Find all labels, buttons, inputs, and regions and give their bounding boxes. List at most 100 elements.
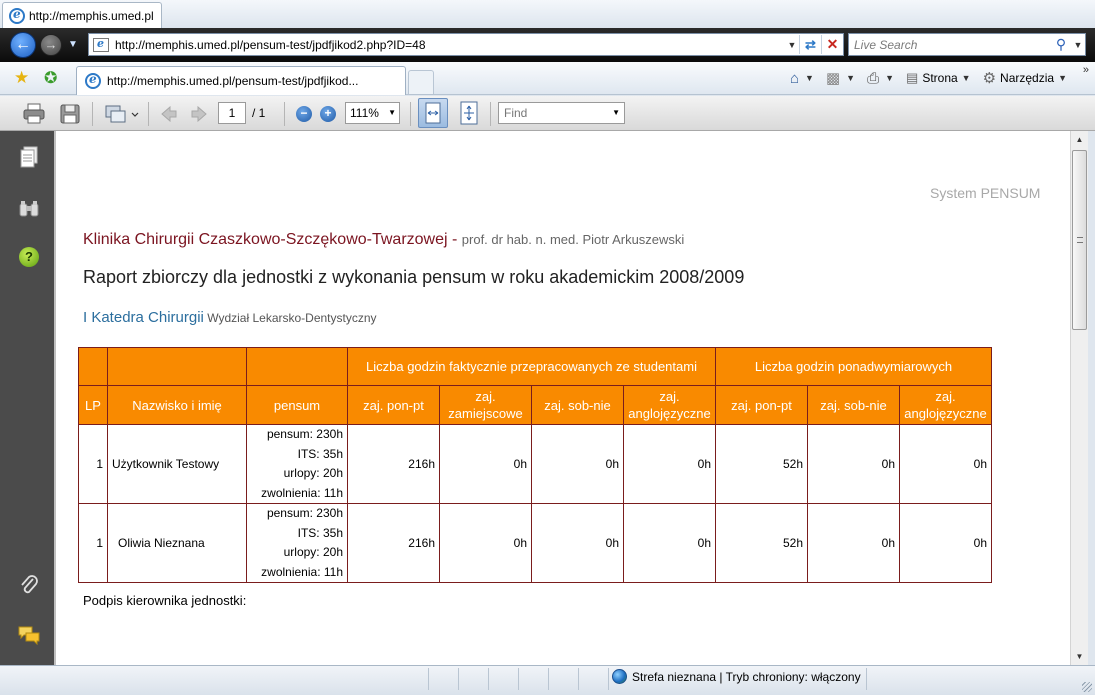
back-button[interactable]: ←: [10, 32, 36, 58]
department-name: I Katedra Chirurgii: [83, 309, 204, 326]
floppy-disk-icon: [60, 104, 80, 124]
zoom-in-icon[interactable]: +: [320, 106, 336, 122]
window-title-tab[interactable]: http://memphis.umed.pl: [2, 2, 162, 28]
table-group-header-row: Liczba godzin faktycznie przepracowanych…: [78, 347, 992, 386]
home-dropdown-icon[interactable]: ▼: [805, 73, 814, 83]
urlopy-value: urlopy: 20h: [283, 466, 343, 480]
table-row: 1 Użytkownik Testowy pensum: 230h ITS: 3…: [78, 424, 992, 504]
address-dropdown-icon[interactable]: ▼: [785, 40, 799, 50]
search-panel-button[interactable]: [17, 197, 41, 221]
security-zone-text: Strefa nieznana | Tryb chroniony: włączo…: [632, 669, 861, 684]
command-buttons: ⌂ ▼ ▩ ▼ ⎙ ▼ ▤ Strona ▼ ⚙ Narzędzia ▼: [790, 69, 1073, 88]
gear-icon: ⚙: [982, 70, 997, 87]
system-label: System PENSUM: [930, 185, 1041, 201]
zoom-out-icon[interactable]: −: [296, 106, 312, 122]
scroll-down-arrow-icon[interactable]: ▼: [1071, 648, 1088, 665]
search-icon[interactable]: ⚲: [1051, 36, 1071, 53]
search-box[interactable]: ⚲ ▼: [848, 33, 1086, 56]
search-input[interactable]: [854, 37, 1051, 52]
comments-panel-button[interactable]: [17, 623, 41, 647]
clinic-separator: -: [447, 231, 462, 248]
column-header-pensum: pensum: [246, 385, 348, 425]
binoculars-icon: [19, 201, 39, 217]
find-input[interactable]: Find ▼: [498, 102, 625, 124]
page-total-label: / 1: [252, 106, 266, 120]
status-divider: [428, 668, 429, 690]
fit-width-button[interactable]: [418, 98, 448, 128]
pensum-report-table: Liczba godzin faktycznie przepracowanych…: [78, 347, 992, 583]
search-options-dropdown-icon[interactable]: ▼: [1071, 40, 1085, 50]
pages-panel-button[interactable]: [17, 145, 41, 169]
fit-page-icon: [460, 101, 478, 125]
page-menu-dropdown-icon: ▼: [961, 73, 971, 83]
tools-menu-button[interactable]: ⚙ Narzędzia ▼: [983, 69, 1073, 87]
status-divider: [578, 668, 579, 690]
zoom-dropdown-icon: ▼: [388, 108, 396, 117]
more-commands-chevron-icon[interactable]: »: [1083, 64, 1089, 76]
address-input[interactable]: http://memphis.umed.pl/pensum-test/jpdfj…: [115, 38, 785, 52]
page-menu-button[interactable]: ▤ Strona ▼: [906, 70, 977, 86]
stop-icon[interactable]: ✕: [821, 35, 843, 54]
clinic-heading: Klinika Chirurgii Czaszkowo-Szczękowo-Tw…: [83, 231, 684, 249]
zoom-level-select[interactable]: 111% ▼: [345, 102, 400, 124]
address-bar[interactable]: http://memphis.umed.pl/pensum-test/jpdfj…: [88, 33, 844, 56]
print-button[interactable]: ⎙: [867, 70, 879, 87]
resize-grip-icon[interactable]: [1082, 682, 1092, 692]
add-favorites-icon[interactable]: ✪: [44, 68, 57, 88]
table-header-cell: [107, 347, 247, 386]
scroll-up-arrow-icon[interactable]: ▲: [1071, 131, 1088, 148]
row-sob-nie: 0h: [531, 503, 624, 583]
clinic-head: prof. dr hab. n. med. Piotr Arkuszewski: [461, 232, 685, 247]
home-button[interactable]: ⌂: [790, 70, 799, 87]
pensum-value: pensum: 230h: [266, 506, 343, 520]
page-icon: ▤: [906, 70, 919, 85]
status-divider: [458, 668, 459, 690]
tab-ie-icon: [85, 72, 101, 89]
page-menu-label: Strona: [922, 71, 958, 85]
printer-icon: [23, 103, 45, 124]
status-bar: Strefa nieznana | Tryb chroniony: włączo…: [0, 665, 1095, 695]
recent-pages-dropdown-icon[interactable]: ▼: [68, 39, 78, 50]
row-lp: 1: [78, 503, 108, 583]
department-heading: I Katedra Chirurgii Wydział Lekarsko-Den…: [83, 309, 377, 326]
pdf-save-button[interactable]: [56, 102, 84, 126]
paperclip-icon: [21, 575, 38, 594]
help-icon[interactable]: ?: [19, 247, 39, 267]
column-header-lp: LP: [78, 385, 108, 425]
previous-page-button[interactable]: [158, 102, 180, 126]
security-zone-status[interactable]: Strefa nieznana | Tryb chroniony: włączo…: [612, 669, 861, 684]
status-divider: [518, 668, 519, 690]
pdf-print-button[interactable]: [20, 102, 48, 126]
new-tab-button[interactable]: [408, 70, 434, 94]
compat-refresh-icon[interactable]: ⇄: [799, 35, 821, 54]
status-divider: [548, 668, 549, 690]
print-dropdown-icon[interactable]: ▼: [885, 73, 894, 83]
pdf-toolbar: 1 / 1 − + 111% ▼ Find ▼: [0, 96, 1095, 131]
status-divider: [866, 668, 867, 690]
pensum-value: pensum: 230h: [266, 427, 343, 441]
row-anglojezyczne: 0h: [623, 503, 716, 583]
feeds-dropdown-icon[interactable]: ▼: [846, 73, 855, 83]
column-header-pon-pt: zaj. pon-pt: [347, 385, 440, 425]
forward-button[interactable]: →: [40, 34, 62, 56]
favorites-star-icon[interactable]: ★: [14, 68, 29, 88]
find-dropdown-icon[interactable]: ▼: [612, 103, 620, 123]
table-row: 1 Oliwia Nieznana pensum: 230h ITS: 35h …: [78, 503, 992, 583]
department-faculty: Wydział Lekarsko-Dentystyczny: [207, 311, 377, 325]
page-edge-shadow: [54, 131, 56, 665]
tab-active-page[interactable]: http://memphis.umed.pl/pensum-test/jpdfj…: [76, 66, 406, 95]
scroll-thumb[interactable]: [1072, 150, 1087, 330]
status-divider: [488, 668, 489, 690]
pdf-document-page: System PENSUM Klinika Chirurgii Czaszkow…: [54, 131, 1070, 665]
next-page-button[interactable]: [188, 102, 210, 126]
window-titlebar: http://memphis.umed.pl: [0, 0, 1095, 28]
page-number-input[interactable]: 1: [218, 102, 246, 124]
attachments-panel-button[interactable]: [17, 573, 41, 597]
fit-page-button[interactable]: [458, 100, 480, 126]
column-header-overtime-sob-nie: zaj. sob-nie: [807, 385, 900, 425]
report-title: Raport zbiorczy dla jednostki z wykonani…: [83, 267, 745, 287]
vertical-scrollbar[interactable]: ▲ ▼: [1070, 131, 1088, 665]
pdf-share-button[interactable]: [102, 102, 140, 126]
feeds-button[interactable]: ▩: [826, 69, 840, 87]
row-pensum-details: pensum: 230h ITS: 35h urlopy: 20h zwolni…: [246, 503, 348, 583]
